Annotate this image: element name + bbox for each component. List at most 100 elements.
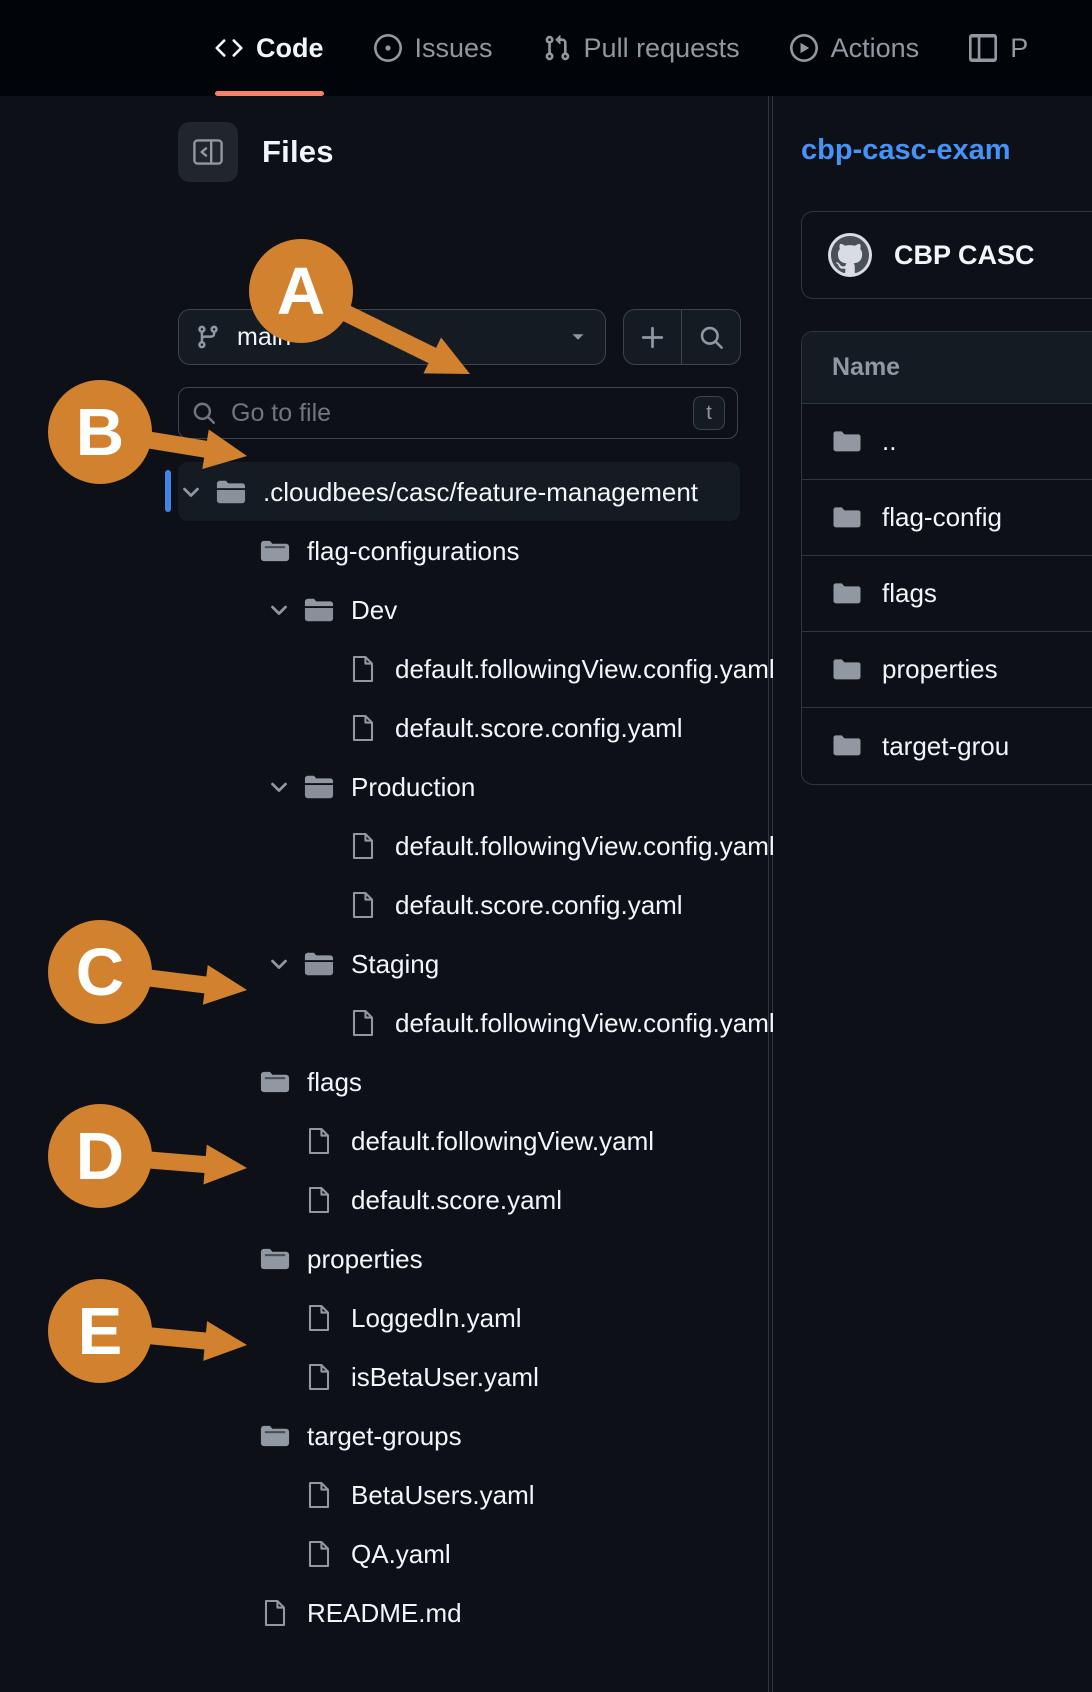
tree-folder-row[interactable]: Staging bbox=[0, 934, 768, 993]
main-body: Files main Go to file t .cloudbees/casc/… bbox=[0, 96, 1092, 1692]
folder-closed-icon bbox=[260, 1067, 290, 1097]
tree-file-row[interactable]: default.score.config.yaml bbox=[0, 875, 768, 934]
tree-file-row[interactable]: isBetaUser.yaml bbox=[0, 1347, 768, 1406]
file-icon bbox=[304, 1362, 334, 1392]
chevron-down-icon[interactable] bbox=[266, 951, 292, 977]
tab-issues-label: Issues bbox=[414, 32, 493, 63]
folder-open-icon bbox=[304, 772, 334, 802]
table-row[interactable]: .. bbox=[802, 404, 1092, 480]
play-icon bbox=[789, 34, 818, 62]
file-icon bbox=[304, 1185, 334, 1215]
tab-actions[interactable]: Actions bbox=[765, 0, 945, 96]
chevron-down-icon[interactable] bbox=[266, 774, 292, 800]
github-mark-icon bbox=[828, 233, 872, 277]
files-sidebar: Files main Go to file t .cloudbees/casc/… bbox=[0, 96, 775, 1692]
tree-folder-row[interactable]: flag-configurations bbox=[0, 521, 768, 580]
tab-projects[interactable]: P bbox=[944, 0, 1053, 96]
file-tree: .cloudbees/casc/feature-management flag-c… bbox=[0, 462, 775, 1642]
panel-divider bbox=[768, 96, 769, 1692]
folder-closed-icon bbox=[260, 536, 290, 566]
files-header: Files bbox=[178, 122, 334, 182]
tree-item-label: default.score.config.yaml bbox=[395, 712, 683, 743]
tree-item-label: LoggedIn.yaml bbox=[351, 1302, 522, 1333]
tree-item-label: Production bbox=[351, 771, 476, 802]
file-icon bbox=[304, 1126, 334, 1156]
app-root: Code Issues Pull requests Actions P File… bbox=[0, 0, 1092, 1692]
tree-file-row[interactable]: default.followingView.config.yaml bbox=[0, 993, 775, 1052]
tree-item-label: Staging bbox=[351, 948, 440, 979]
chevron-down-icon[interactable] bbox=[266, 597, 292, 623]
search-files-button[interactable] bbox=[682, 309, 741, 365]
tree-folder-row[interactable]: properties bbox=[0, 1229, 768, 1288]
repo-preview-panel: cbp-casc-exam CBP CASC Name .. flag-confi… bbox=[773, 96, 1092, 1692]
file-icon bbox=[348, 1008, 378, 1038]
file-table: Name .. flag-config flags properties target-… bbox=[801, 331, 1092, 785]
tree-file-row[interactable]: default.score.yaml bbox=[0, 1170, 768, 1229]
file-icon bbox=[348, 713, 378, 743]
tree-item-label: default.score.config.yaml bbox=[395, 889, 683, 920]
tab-code-label: Code bbox=[256, 32, 324, 63]
file-icon bbox=[304, 1303, 334, 1333]
git-pull-request-icon bbox=[543, 34, 571, 62]
file-table-header: Name bbox=[802, 332, 1092, 404]
tree-file-row[interactable]: QA.yaml bbox=[0, 1524, 768, 1583]
table-cell-name: .. bbox=[882, 426, 897, 456]
tree-item-label: default.followingView.config.yaml bbox=[395, 653, 775, 684]
folder-icon bbox=[832, 655, 862, 685]
folder-closed-icon bbox=[260, 1421, 290, 1451]
sidebar-collapse-icon[interactable] bbox=[178, 122, 238, 182]
folder-icon bbox=[832, 579, 862, 609]
tree-file-row[interactable]: BetaUsers.yaml bbox=[0, 1465, 768, 1524]
tree-file-row[interactable]: default.followingView.config.yaml bbox=[0, 816, 775, 875]
code-icon bbox=[215, 34, 243, 62]
tab-issues[interactable]: Issues bbox=[349, 0, 518, 96]
tree-item-label: default.score.yaml bbox=[351, 1184, 562, 1215]
branch-selector[interactable]: main bbox=[178, 309, 606, 365]
table-cell-name: target-grou bbox=[882, 730, 1010, 761]
tree-file-row[interactable]: README.md bbox=[0, 1583, 768, 1642]
tree-folder-row[interactable]: Dev bbox=[0, 580, 768, 639]
table-row[interactable]: flag-config bbox=[802, 480, 1092, 556]
sidebar-action-buttons bbox=[623, 309, 741, 365]
tree-item-label: flag-configurations bbox=[307, 535, 520, 566]
table-row[interactable]: target-grou bbox=[802, 708, 1092, 784]
repo-link[interactable]: cbp-casc-exam bbox=[801, 134, 1011, 167]
tree-item-label: default.followingView.config.yaml bbox=[395, 1007, 775, 1038]
tab-code[interactable]: Code bbox=[190, 0, 349, 96]
tree-item-label: isBetaUser.yaml bbox=[351, 1361, 539, 1392]
search-icon bbox=[191, 400, 217, 426]
tree-folder-row[interactable]: Production bbox=[0, 757, 768, 816]
file-icon bbox=[348, 890, 378, 920]
folder-open-icon bbox=[304, 595, 334, 625]
table-cell-name: flags bbox=[882, 578, 937, 608]
table-row[interactable]: properties bbox=[802, 632, 1092, 708]
tab-pull-requests[interactable]: Pull requests bbox=[518, 0, 765, 96]
tree-folder-row[interactable]: .cloudbees/casc/feature-management bbox=[165, 462, 740, 521]
file-icon bbox=[304, 1539, 334, 1569]
tree-folder-row[interactable]: target-groups bbox=[0, 1406, 768, 1465]
folder-icon bbox=[832, 503, 862, 533]
git-branch-icon bbox=[195, 324, 221, 350]
tree-file-row[interactable]: LoggedIn.yaml bbox=[0, 1288, 768, 1347]
tree-item-label: properties bbox=[307, 1243, 423, 1274]
tree-item-label: .cloudbees/casc/feature-management bbox=[263, 476, 699, 507]
branch-name: main bbox=[237, 322, 292, 351]
table-row[interactable]: flags bbox=[802, 556, 1092, 632]
file-search-input[interactable]: Go to file t bbox=[178, 387, 738, 439]
tree-item-label: default.followingView.yaml bbox=[351, 1125, 655, 1156]
chevron-down-icon[interactable] bbox=[178, 479, 204, 505]
file-search-placeholder: Go to file bbox=[231, 398, 332, 427]
folder-open-icon bbox=[304, 949, 334, 979]
issue-opened-icon bbox=[373, 34, 402, 62]
left-gutter bbox=[0, 0, 150, 96]
tree-file-row[interactable]: default.score.config.yaml bbox=[0, 698, 768, 757]
tree-item-label: Dev bbox=[351, 594, 398, 625]
tree-folder-row[interactable]: flags bbox=[0, 1052, 768, 1111]
repo-owner-card: CBP CASC bbox=[801, 211, 1092, 299]
table-icon bbox=[969, 34, 998, 62]
tree-item-label: target-groups bbox=[307, 1420, 462, 1451]
tree-file-row[interactable]: default.followingView.yaml bbox=[0, 1111, 768, 1170]
add-file-button[interactable] bbox=[623, 309, 682, 365]
tree-file-row[interactable]: default.followingView.config.yaml bbox=[0, 639, 775, 698]
tree-item-label: flags bbox=[307, 1066, 362, 1097]
